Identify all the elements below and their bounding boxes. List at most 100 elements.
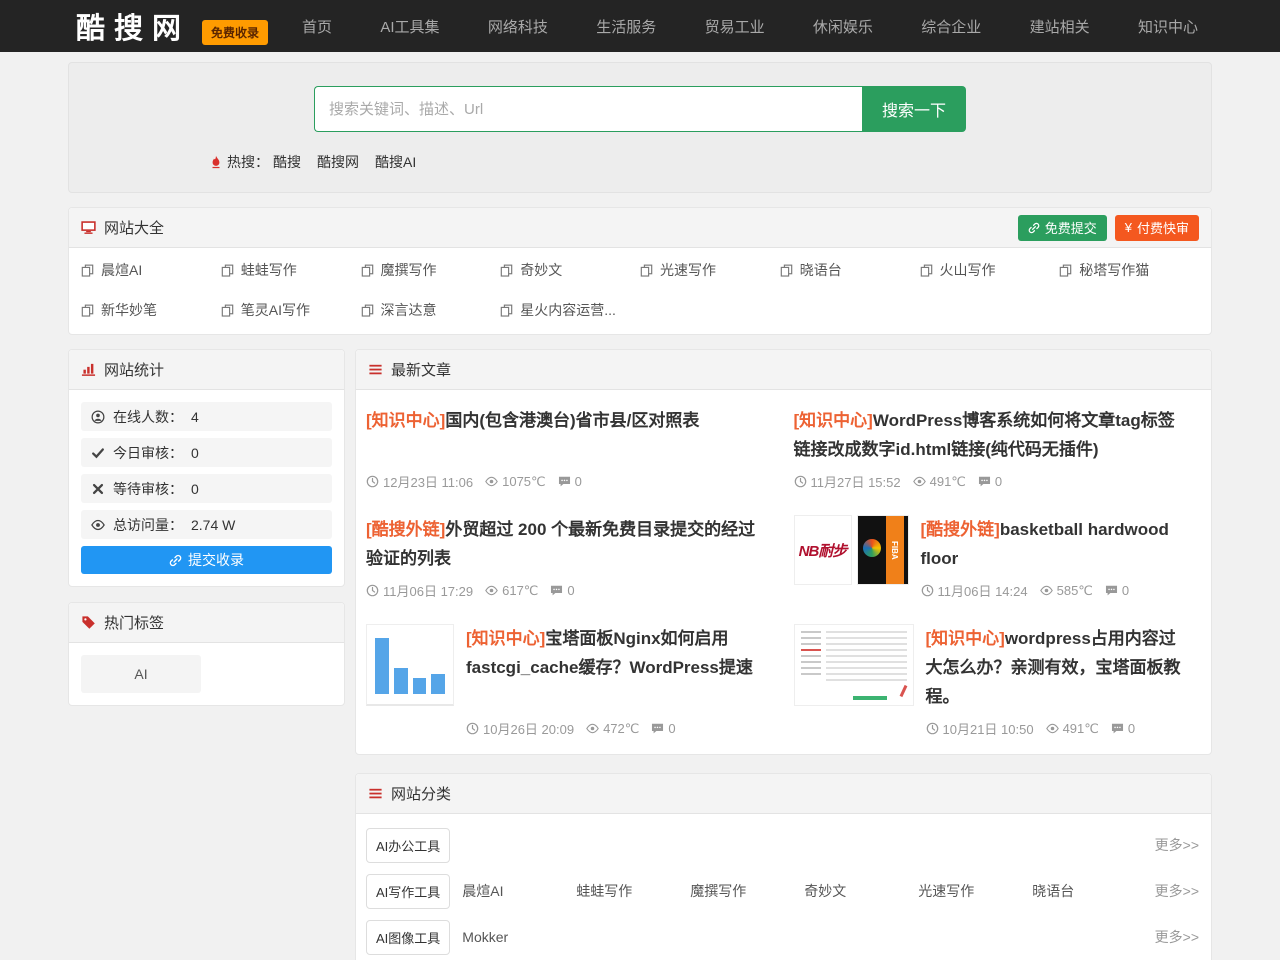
- category-label-ai-image[interactable]: AI图像工具: [366, 920, 450, 955]
- user-icon: [91, 410, 105, 424]
- tags-panel-title: 热门标签: [104, 612, 164, 633]
- article-title-link[interactable]: [知识中心]宝塔面板Nginx如何启用fastcgi_cache缓存？WordP…: [466, 624, 762, 682]
- article-meta: 10月21日 10:50 491℃ 0: [926, 711, 1190, 738]
- article-category[interactable]: [酷搜外链]: [921, 520, 1000, 539]
- paid-review-button[interactable]: ¥ 付费快审: [1115, 215, 1199, 241]
- eye-icon: [1040, 584, 1053, 597]
- article-comments: 0: [995, 474, 1002, 489]
- hot-search-link[interactable]: 酷搜AI: [375, 152, 416, 172]
- search-input[interactable]: [314, 86, 862, 132]
- article-title-link[interactable]: [酷搜外链]外贸超过 200 个最新免费目录提交的经过验证的列表: [366, 515, 762, 573]
- stat-pending-review: 等待审核：0: [81, 474, 332, 503]
- site-link[interactable]: 星火内容运营...: [500, 290, 640, 330]
- site-link[interactable]: 秘塔写作猫: [1059, 250, 1199, 290]
- category-label-ai-office[interactable]: AI办公工具: [366, 828, 450, 863]
- nav-item-network-tech[interactable]: 网络科技: [488, 16, 548, 37]
- paid-review-label: 付费快审: [1137, 218, 1189, 237]
- article-thumbnail-chart[interactable]: [366, 624, 454, 706]
- article-category[interactable]: [知识中心]: [466, 629, 545, 648]
- site-link[interactable]: 火山写作: [920, 250, 1060, 290]
- article-item: [知识中心]宝塔面板Nginx如何启用fastcgi_cache缓存？WordP…: [356, 610, 784, 748]
- site-link[interactable]: 蛙蛙写作: [221, 250, 361, 290]
- more-link[interactable]: 更多>>: [1155, 835, 1199, 855]
- eye-icon: [91, 518, 105, 532]
- more-link[interactable]: 更多>>: [1155, 881, 1199, 901]
- site-link[interactable]: 深言达意: [361, 290, 501, 330]
- category-site-link[interactable]: 魔撰写作: [690, 881, 804, 901]
- main-column: 最新文章 [知识中心]国内(包含港澳台)省市县/区对照表 12月23日 11:0…: [355, 349, 1212, 960]
- category-site-link[interactable]: Mokker: [462, 929, 576, 945]
- article-title-link[interactable]: [知识中心]WordPress博客系统如何将文章tag标签链接改成数字id.ht…: [794, 406, 1190, 464]
- copy-icon: [500, 264, 513, 277]
- category-site-link[interactable]: 蛙蛙写作: [576, 881, 690, 901]
- site-link[interactable]: 光速写作: [640, 250, 780, 290]
- article-category[interactable]: [知识中心]: [926, 629, 1005, 648]
- article-date: 11月27日 15:52: [811, 472, 901, 491]
- category-site-link[interactable]: 奇妙文: [804, 881, 918, 901]
- stat-total-visits: 总访问量：2.74 W: [81, 510, 332, 539]
- submit-inclusion-button[interactable]: 提交收录: [81, 546, 332, 574]
- comment-icon: [1105, 584, 1118, 597]
- article-category[interactable]: [知识中心]: [794, 411, 873, 430]
- category-site-link[interactable]: 晓语台: [1032, 881, 1146, 901]
- article-views: 585℃: [1057, 583, 1093, 599]
- article-thumbnail-fiba[interactable]: FIBA: [857, 515, 909, 585]
- article-views: 617℃: [502, 583, 538, 599]
- article-title-link[interactable]: [知识中心]国内(包含港澳台)省市县/区对照表: [366, 406, 762, 435]
- stat-value: 4: [191, 409, 199, 425]
- article-views: 491℃: [1063, 721, 1099, 737]
- nav-item-trade-industry[interactable]: 贸易工业: [705, 16, 765, 37]
- hot-search: 热搜： 酷搜 酷搜网 酷搜AI: [209, 152, 1211, 172]
- hot-search-link[interactable]: 酷搜网: [317, 152, 359, 172]
- comment-icon: [550, 584, 563, 597]
- site-link[interactable]: 晨煊AI: [81, 250, 221, 290]
- category-site-link[interactable]: 光速写作: [918, 881, 1032, 901]
- link-icon: [169, 554, 182, 567]
- article-thumbnail-nb[interactable]: NB耐步: [794, 515, 852, 585]
- article-title-link[interactable]: [酷搜外链]basketball hardwood floor: [921, 515, 1190, 573]
- site-link[interactable]: 笔灵AI写作: [221, 290, 361, 330]
- article-item: [知识中心]WordPress博客系统如何将文章tag标签链接改成数字id.ht…: [784, 392, 1212, 501]
- sites-panel: 网站大全 免费提交 ¥ 付费快审 晨煊AI 蛙蛙写作 魔撰写作 奇妙文 光速写作…: [68, 207, 1212, 335]
- free-submit-button[interactable]: 免费提交: [1018, 215, 1107, 241]
- yen-icon: ¥: [1125, 220, 1132, 235]
- bar-chart-icon: [81, 362, 96, 377]
- nav-item-site-building[interactable]: 建站相关: [1030, 16, 1090, 37]
- article-thumbnail-screenshot[interactable]: [794, 624, 914, 706]
- nav-item-enterprises[interactable]: 综合企业: [921, 16, 981, 37]
- site-link[interactable]: 奇妙文: [500, 250, 640, 290]
- article-item: NB耐步 FIBA [酷搜外链]basketball hardwood floo…: [784, 501, 1212, 610]
- more-link[interactable]: 更多>>: [1155, 927, 1199, 947]
- stats-panel: 网站统计 在线人数：4 今日审核：0 等待审核：0: [68, 349, 345, 587]
- categories-panel-title: 网站分类: [391, 783, 451, 804]
- article-title-link[interactable]: [知识中心]wordpress占用内容过大怎么办？亲测有效，宝塔面板教程。: [926, 624, 1190, 711]
- eye-icon: [586, 722, 599, 735]
- tag-chip-ai[interactable]: AI: [81, 655, 201, 693]
- menu-icon: [368, 786, 383, 801]
- category-row: AI办公工具 更多>>: [366, 822, 1199, 868]
- copy-icon: [920, 264, 933, 277]
- sidebar: 网站统计 在线人数：4 今日审核：0 等待审核：0: [68, 349, 345, 706]
- site-link[interactable]: 魔撰写作: [361, 250, 501, 290]
- menu-icon: [368, 362, 383, 377]
- article-category[interactable]: [酷搜外链]: [366, 520, 445, 539]
- hot-search-link[interactable]: 酷搜: [273, 152, 301, 172]
- copy-icon: [780, 264, 793, 277]
- category-site-link[interactable]: 晨煊AI: [462, 881, 576, 901]
- link-icon: [1028, 222, 1040, 234]
- category-label-ai-writing[interactable]: AI写作工具: [366, 874, 450, 909]
- sites-grid: 晨煊AI 蛙蛙写作 魔撰写作 奇妙文 光速写作 晓语台 火山写作 秘塔写作猫 新…: [69, 248, 1211, 334]
- site-link[interactable]: 新华妙笔: [81, 290, 221, 330]
- check-icon: [91, 446, 105, 460]
- site-link[interactable]: 晓语台: [780, 250, 920, 290]
- nav-item-life-services[interactable]: 生活服务: [596, 16, 656, 37]
- article-views: 1075℃: [502, 474, 546, 490]
- article-category[interactable]: [知识中心]: [366, 411, 445, 430]
- nav-item-ai-tools[interactable]: AI工具集: [380, 16, 439, 37]
- search-button[interactable]: 搜索一下: [862, 86, 966, 132]
- nav-item-knowledge-center[interactable]: 知识中心: [1138, 16, 1198, 37]
- nav-item-home[interactable]: 首页: [302, 16, 332, 37]
- nav-item-leisure[interactable]: 休闲娱乐: [813, 16, 873, 37]
- free-inclusion-badge[interactable]: 免费收录: [202, 20, 268, 45]
- site-logo[interactable]: 酷搜网: [68, 5, 190, 47]
